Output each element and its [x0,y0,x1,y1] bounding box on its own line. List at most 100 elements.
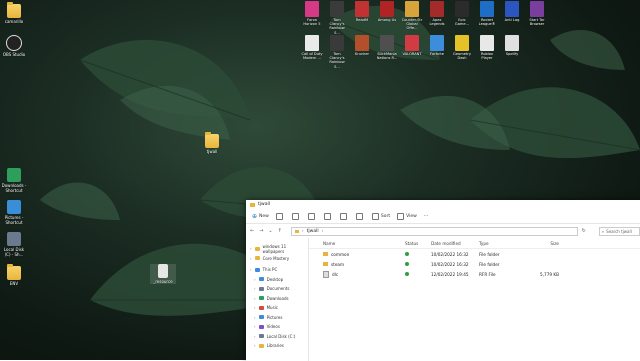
nav-item[interactable]: › Downloads [246,294,308,304]
chevron-right-icon[interactable]: › [254,343,256,348]
view-button[interactable]: View [397,212,417,220]
game-shortcut[interactable]: Geometry Dash [451,35,473,60]
game-shortcut[interactable]: StickMania Nations R... [376,35,398,60]
game-shortcut[interactable]: Tom Clancy's Rainbow S... [326,35,348,69]
game-shortcut[interactable]: Anti Lag [501,1,523,22]
rename-button[interactable] [323,212,333,220]
delete-button[interactable] [355,212,365,220]
game-shortcut[interactable]: Among Us [376,1,398,22]
desktop-icon-downloads-shortcut[interactable]: Downloads - Shortcut [1,168,27,193]
file-explorer-window[interactable]: tjwall ⊕ New Sort View ··· ← → ⌄ ↑ › tjw… [246,200,640,361]
chevron-right-icon[interactable]: › [254,305,256,310]
file-row[interactable]: dlc 12/02/2022 19:45 RFR File 5,779 KB [309,269,640,279]
nav-item[interactable]: › This PC [246,265,308,275]
desktop-icon-label: camarillo [4,19,24,24]
file-row[interactable]: common 10/02/2022 16:32 File folder [309,249,640,259]
cut-button[interactable] [275,212,285,220]
desktop-icon-local-disk[interactable]: Local Disk (C) - Sh... [1,232,27,257]
game-shortcut[interactable]: VALORANT [401,35,423,56]
chevron-right-icon[interactable]: › [250,267,252,272]
file-rows: common 10/02/2022 16:32 File folder steam 10… [309,249,640,279]
game-icon [530,1,544,17]
window-titlebar[interactable]: tjwall [246,200,640,209]
column-date-modified[interactable]: Date modified [431,241,479,246]
game-icon [455,1,469,17]
nav-item-label: Core Mastery [262,255,290,261]
desktop-icon-env[interactable]: ENV [1,264,27,286]
column-size[interactable]: Size [519,241,565,246]
desktop-icon-camarillo[interactable]: camarillo [1,2,27,24]
game-shortcut[interactable]: ReadM [351,1,373,22]
refresh-icon[interactable]: ↻ [582,228,586,234]
desktop-icon-tjwall[interactable]: tjwall [199,132,225,154]
game-label: Spotify [505,52,519,56]
nav-item[interactable]: › Documents [246,284,308,294]
chevron-right-icon[interactable]: › [254,334,256,339]
game-shortcut[interactable]: Start Tor Browser [526,1,548,26]
chevron-right-icon[interactable]: › [250,246,252,251]
copy-button[interactable] [291,212,301,220]
forward-arrow-icon[interactable]: → [259,228,263,234]
new-button[interactable]: ⊕ New [252,213,269,220]
column-name[interactable]: Name [309,241,405,246]
type-cell: File folder [479,261,500,267]
desktop-icon-label: Pictures - Shortcut [4,215,24,225]
chevron-right-icon[interactable]: › [250,256,252,261]
chevron-down-icon[interactable]: ⌄ [268,228,272,234]
more-button[interactable]: ··· [424,214,428,219]
desktop-icon-label: ENV [9,281,19,286]
nav-item[interactable]: › Videos [246,322,308,332]
game-label: VALORANT [402,52,422,56]
nav-item[interactable]: › Music [246,303,308,313]
type-cell: RFR File [479,271,496,277]
nav-item[interactable]: › Local Disk (C:) [246,332,308,342]
file-row[interactable]: steam 10/02/2022 16:32 File folder [309,259,640,269]
back-arrow-icon[interactable]: ← [250,228,254,234]
game-shortcut[interactable]: Apex Legends [426,1,448,26]
game-shortcut[interactable]: Counter-Str Global Offe... [401,1,423,31]
game-shortcut[interactable]: Epic Game... [451,1,473,26]
nav-item[interactable]: › Desktop [246,275,308,285]
nav-item[interactable]: › Libraries [246,341,308,351]
disk-icon [7,232,21,246]
nav-item-icon [258,296,264,301]
desktop-icon-resource[interactable]: _resource [150,264,176,284]
chevron-right-icon[interactable]: › [254,324,256,329]
game-shortcut[interactable]: Spotify [501,35,523,56]
game-shortcut[interactable]: Call of Duty Modern ... [301,35,323,60]
chevron-right-icon[interactable]: › [254,315,256,320]
column-type[interactable]: Type [479,241,519,246]
desktop-icon-pictures-shortcut[interactable]: Pictures - Shortcut [1,200,27,225]
desktop-icon-obs-studio[interactable]: OBS Studio [1,35,27,57]
window-title: tjwall [258,202,270,207]
chevron-right-icon[interactable]: › [254,277,256,282]
game-shortcut[interactable]: Fortnite [426,35,448,56]
search-input[interactable]: ⌕ Search tjwall [598,226,640,236]
sort-button[interactable]: Sort [371,212,390,220]
chevron-right-icon[interactable]: › [254,296,256,301]
game-icon [330,35,344,51]
game-shortcut[interactable]: Roblox Player [476,35,498,60]
game-shortcut[interactable]: Rocket League® [476,1,498,26]
address-field[interactable]: › tjwall › [290,226,578,236]
game-label: Start Tor Browser [529,18,545,27]
paste-button[interactable] [307,212,317,220]
nav-item[interactable]: › Pictures [246,313,308,323]
game-label: Rocket League® [478,18,496,27]
chevron-right-icon[interactable]: › [254,286,256,291]
column-status[interactable]: Status [405,241,431,246]
share-button[interactable] [339,212,349,220]
rename-icon [323,212,331,220]
nav-item[interactable]: › windows 11 wallpapers [246,244,308,254]
game-icon [355,1,369,17]
nav-item[interactable]: › Core Mastery [246,254,308,264]
view-button-label: View [406,213,417,219]
date-cell: 10/02/2022 16:32 [431,251,469,257]
game-shortcut[interactable]: Forza Horizon 5 [301,1,323,26]
game-shortcut[interactable]: Tom Clancy's Rainbow S... [326,1,348,35]
share-icon [339,212,347,220]
game-shortcut[interactable]: Krunker [351,35,373,56]
file-name: steam [331,261,345,267]
up-arrow-icon[interactable]: ↑ [278,228,282,234]
game-icon [330,1,344,17]
